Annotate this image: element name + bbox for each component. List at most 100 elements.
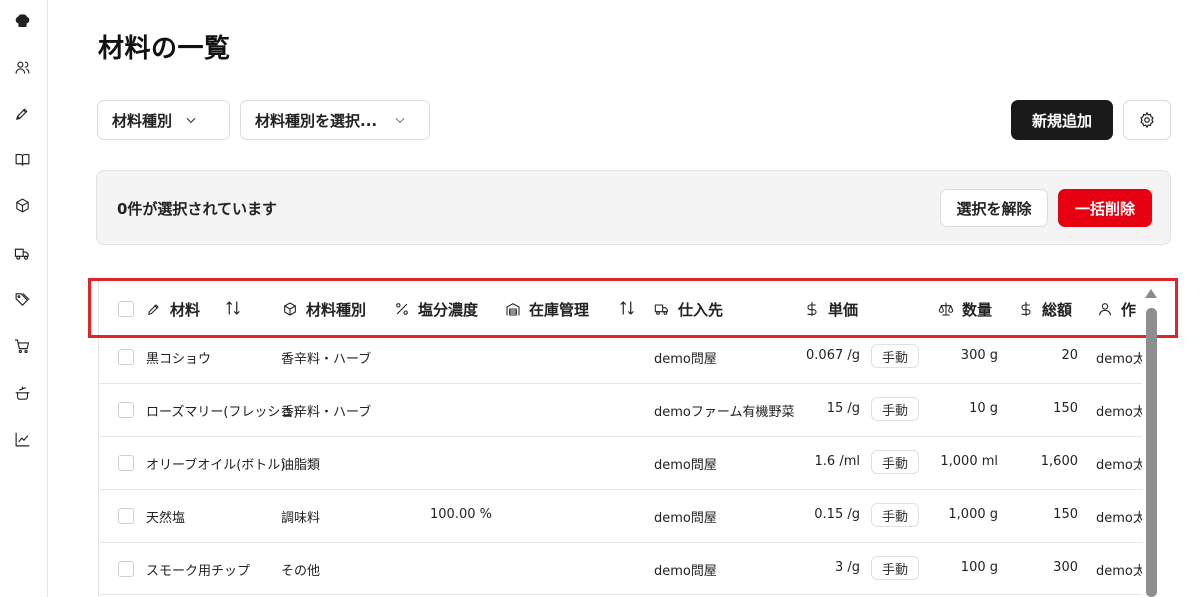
cell-total: 300: [1053, 560, 1078, 575]
cell-material[interactable]: スモーク用チップ: [146, 560, 250, 579]
cell-quantity: 100 g: [960, 560, 998, 575]
column-header-supplier-label: 仕入先: [678, 300, 724, 319]
cell-author: demo太郎: [1096, 352, 1142, 367]
settings-button[interactable]: [1123, 100, 1171, 140]
row-divider: [98, 542, 1142, 543]
cell-total: 1,600: [1040, 454, 1078, 469]
cell-type: 調味料: [281, 511, 321, 526]
cell-total: 150: [1053, 401, 1078, 416]
column-header-supplier[interactable]: 仕入先: [654, 298, 723, 320]
chart-icon[interactable]: [10, 427, 34, 451]
cell-unit-price: 3 /g: [834, 560, 860, 575]
chevron-down-icon: [393, 113, 407, 127]
sort-icon[interactable]: [224, 299, 242, 319]
row-checkbox[interactable]: [118, 455, 134, 471]
column-header-total-label: 総額: [1042, 300, 1073, 319]
cart-icon[interactable]: [10, 334, 34, 358]
cell-supplier: demo問屋: [654, 352, 717, 367]
column-header-type-label: 材料種別: [306, 300, 367, 319]
cell-material[interactable]: 天然塩: [146, 507, 185, 526]
box-icon: [284, 302, 296, 316]
row-checkbox[interactable]: [118, 402, 134, 418]
cell-unit-price: 0.067 /g: [806, 348, 860, 363]
truck-icon: [654, 304, 668, 315]
column-header-author[interactable]: 作: [1097, 298, 1136, 320]
manual-badge[interactable]: 手動: [871, 450, 919, 474]
select-all-checkbox[interactable]: [118, 301, 134, 317]
cell-type: 香辛料・ハーブ: [281, 352, 372, 367]
sort-icon[interactable]: [618, 299, 636, 319]
manual-badge[interactable]: 手動: [871, 344, 919, 368]
column-header-quantity[interactable]: 数量: [938, 298, 992, 320]
row-divider: [98, 594, 1142, 595]
row-checkbox[interactable]: [118, 561, 134, 577]
scrollbar-thumb[interactable]: [1146, 308, 1157, 597]
sidebar: [0, 0, 48, 597]
cell-quantity: 1,000 g: [948, 507, 998, 522]
pen-icon: [148, 304, 159, 315]
add-new-button[interactable]: 新規追加: [1011, 100, 1113, 140]
cell-type: 香辛料・ハーブ: [281, 405, 372, 420]
cell-material[interactable]: 黒コショウ: [146, 348, 211, 367]
scroll-up-arrow-icon[interactable]: [1145, 289, 1157, 298]
cell-type: その他: [281, 564, 321, 579]
cell-total: 150: [1053, 507, 1078, 522]
column-header-salt[interactable]: 塩分濃度: [394, 298, 478, 320]
cell-supplier: demo問屋: [654, 458, 717, 473]
column-header-salt-label: 塩分濃度: [418, 300, 479, 319]
column-header-type[interactable]: 材料種別: [282, 298, 366, 320]
row-checkbox[interactable]: [118, 349, 134, 365]
column-header-stock[interactable]: 在庫管理: [505, 298, 589, 320]
warehouse-icon: [506, 303, 520, 316]
material-type-select-placeholder: 材料種別を選択...: [255, 111, 378, 130]
cell-material[interactable]: オリーブオイル(ボトル): [146, 454, 285, 473]
column-header-material-label: 材料: [170, 300, 201, 319]
percent-icon: [396, 303, 408, 315]
cooking-pot-icon[interactable]: [10, 381, 34, 405]
material-type-filter-button[interactable]: 材料種別: [97, 100, 230, 140]
row-divider: [98, 383, 1142, 384]
book-icon[interactable]: [10, 147, 34, 171]
clear-selection-button[interactable]: 選択を解除: [940, 189, 1048, 227]
manual-badge[interactable]: 手動: [871, 397, 919, 421]
page-title: 材料の一覧: [98, 34, 231, 64]
row-divider: [98, 489, 1142, 490]
cell-quantity: 10 g: [969, 401, 998, 416]
cell-salt: 100.00 %: [430, 507, 492, 522]
column-header-unit-price[interactable]: 単価: [804, 298, 858, 320]
column-header-author-label: 作: [1121, 300, 1137, 319]
row-divider: [98, 436, 1142, 437]
cell-material[interactable]: ローズマリー(フレッシュ): [146, 401, 299, 420]
cell-unit-price: 1.6 /ml: [814, 454, 860, 469]
scale-icon: [938, 302, 954, 316]
selection-bar: 0件が選択されています 選択を解除 一括削除: [96, 170, 1171, 245]
box-icon[interactable]: [10, 193, 34, 217]
column-header-material[interactable]: 材料: [146, 298, 200, 320]
chevron-down-icon: [184, 113, 198, 127]
cell-supplier: demo問屋: [654, 511, 717, 526]
cell-type: 油脂類: [281, 458, 321, 473]
truck-icon[interactable]: [10, 241, 34, 265]
cell-quantity: 300 g: [960, 348, 998, 363]
gear-icon: [1140, 111, 1154, 129]
dollar-icon: [807, 301, 817, 317]
cell-author: demo太郎: [1096, 511, 1142, 526]
row-checkbox[interactable]: [118, 508, 134, 524]
manual-badge[interactable]: 手動: [871, 503, 919, 527]
users-icon[interactable]: [10, 55, 34, 79]
cell-unit-price: 15 /g: [826, 401, 860, 416]
bulk-delete-button[interactable]: 一括削除: [1058, 189, 1152, 227]
pen-icon[interactable]: [10, 101, 34, 125]
tags-icon[interactable]: [10, 287, 34, 311]
user-icon: [1099, 303, 1111, 316]
manual-badge[interactable]: 手動: [871, 556, 919, 580]
cell-supplier: demo問屋: [654, 564, 717, 579]
materials-table: [98, 278, 1158, 597]
cell-author: demo太郎: [1096, 564, 1142, 579]
column-header-unit-price-label: 単価: [828, 300, 859, 319]
cell-author: demo太郎: [1096, 458, 1142, 473]
material-type-select[interactable]: 材料種別を選択...: [240, 100, 430, 140]
chef-hat-icon[interactable]: [10, 9, 34, 33]
cell-supplier: demoファーム有機野菜: [654, 405, 795, 420]
column-header-total[interactable]: 総額: [1018, 298, 1072, 320]
